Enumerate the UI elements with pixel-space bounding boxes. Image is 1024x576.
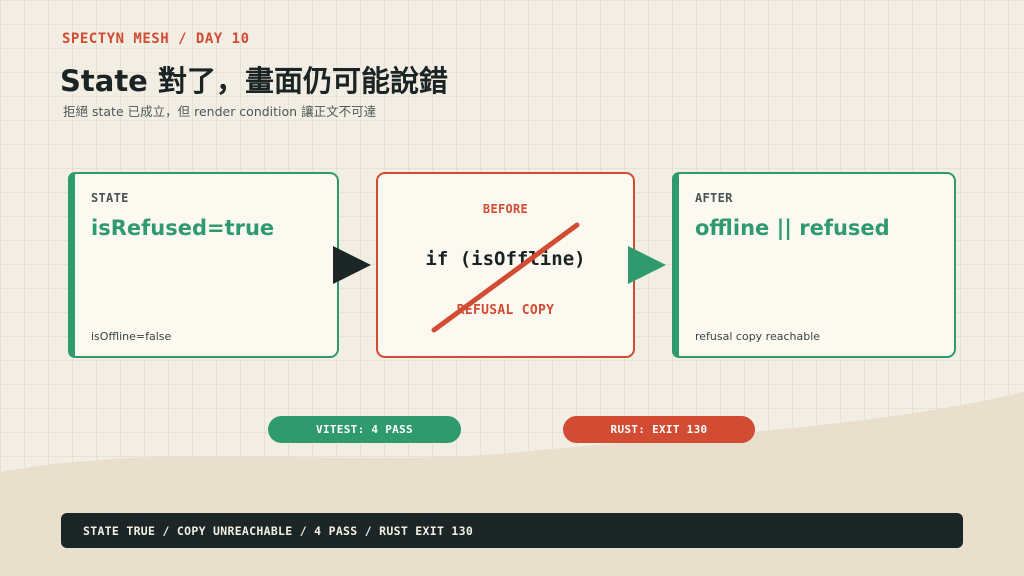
summary-text: STATE TRUE / COPY UNREACHABLE / 4 PASS /… — [83, 523, 474, 538]
after-card-label: AFTER — [695, 191, 733, 205]
after-card: AFTER offline || refused refusal copy re… — [672, 172, 956, 358]
before-card: BEFORE if (isOffline) REFUSAL COPY — [376, 172, 635, 358]
state-card: STATE isRefused=true isOffline=false — [68, 172, 339, 358]
state-card-value: isRefused=true — [91, 216, 275, 240]
after-card-foot: refusal copy reachable — [695, 330, 821, 343]
vitest-status-badge: VITEST: 4 PASS — [268, 416, 461, 443]
state-card-label: STATE — [91, 191, 129, 205]
rust-status-badge: RUST: EXIT 130 — [563, 416, 755, 443]
state-card-foot: isOffline=false — [91, 330, 172, 343]
arrow-right-green-icon — [628, 246, 666, 284]
page-title: State 對了，畫面仍可能說錯 — [60, 64, 448, 98]
before-card-copy: REFUSAL COPY — [456, 303, 555, 318]
after-card-value: offline || refused — [695, 216, 890, 240]
summary-bar: STATE TRUE / COPY UNREACHABLE / 4 PASS /… — [61, 513, 963, 548]
series-label: SPECTYN MESH / DAY 10 — [62, 31, 250, 47]
arrow-right-icon — [333, 246, 371, 284]
before-card-code: if (isOffline) — [425, 248, 586, 270]
page-subtitle: 拒絕 state 已成立，但 render condition 讓正文不可達 — [63, 104, 377, 119]
before-card-label: BEFORE — [482, 202, 529, 216]
